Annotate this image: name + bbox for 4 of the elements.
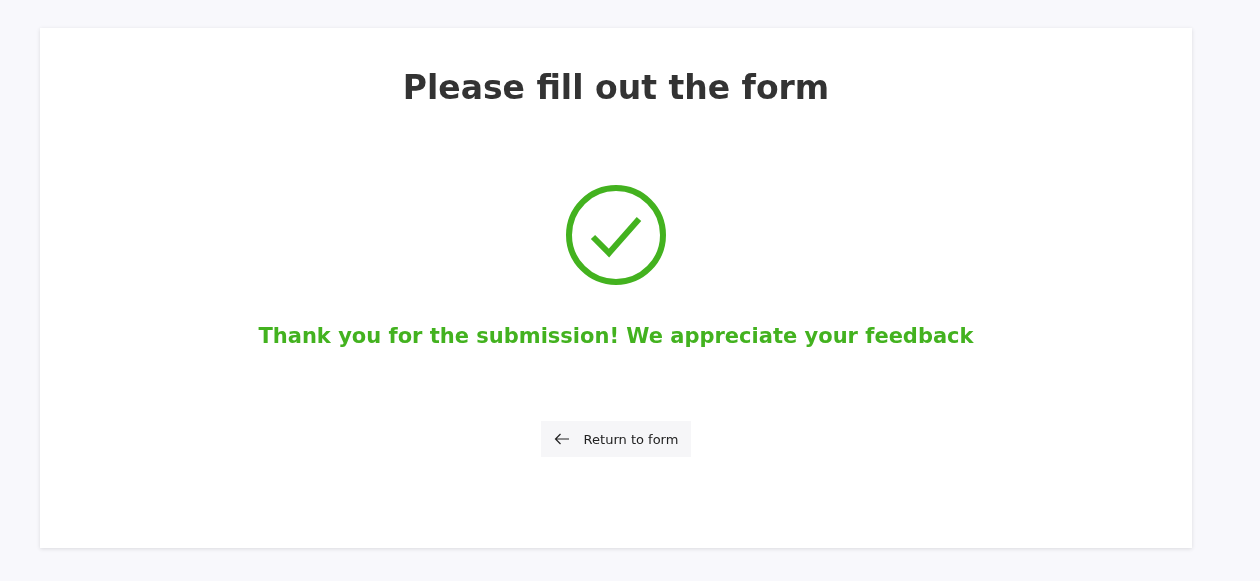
form-title: Please fill out the form	[402, 67, 830, 109]
return-button[interactable]: Return to form	[540, 421, 692, 457]
back-arrow-icon	[553, 433, 570, 445]
confirmation-message: Thank you for the submission! We appreciate your feedback	[258, 323, 974, 350]
